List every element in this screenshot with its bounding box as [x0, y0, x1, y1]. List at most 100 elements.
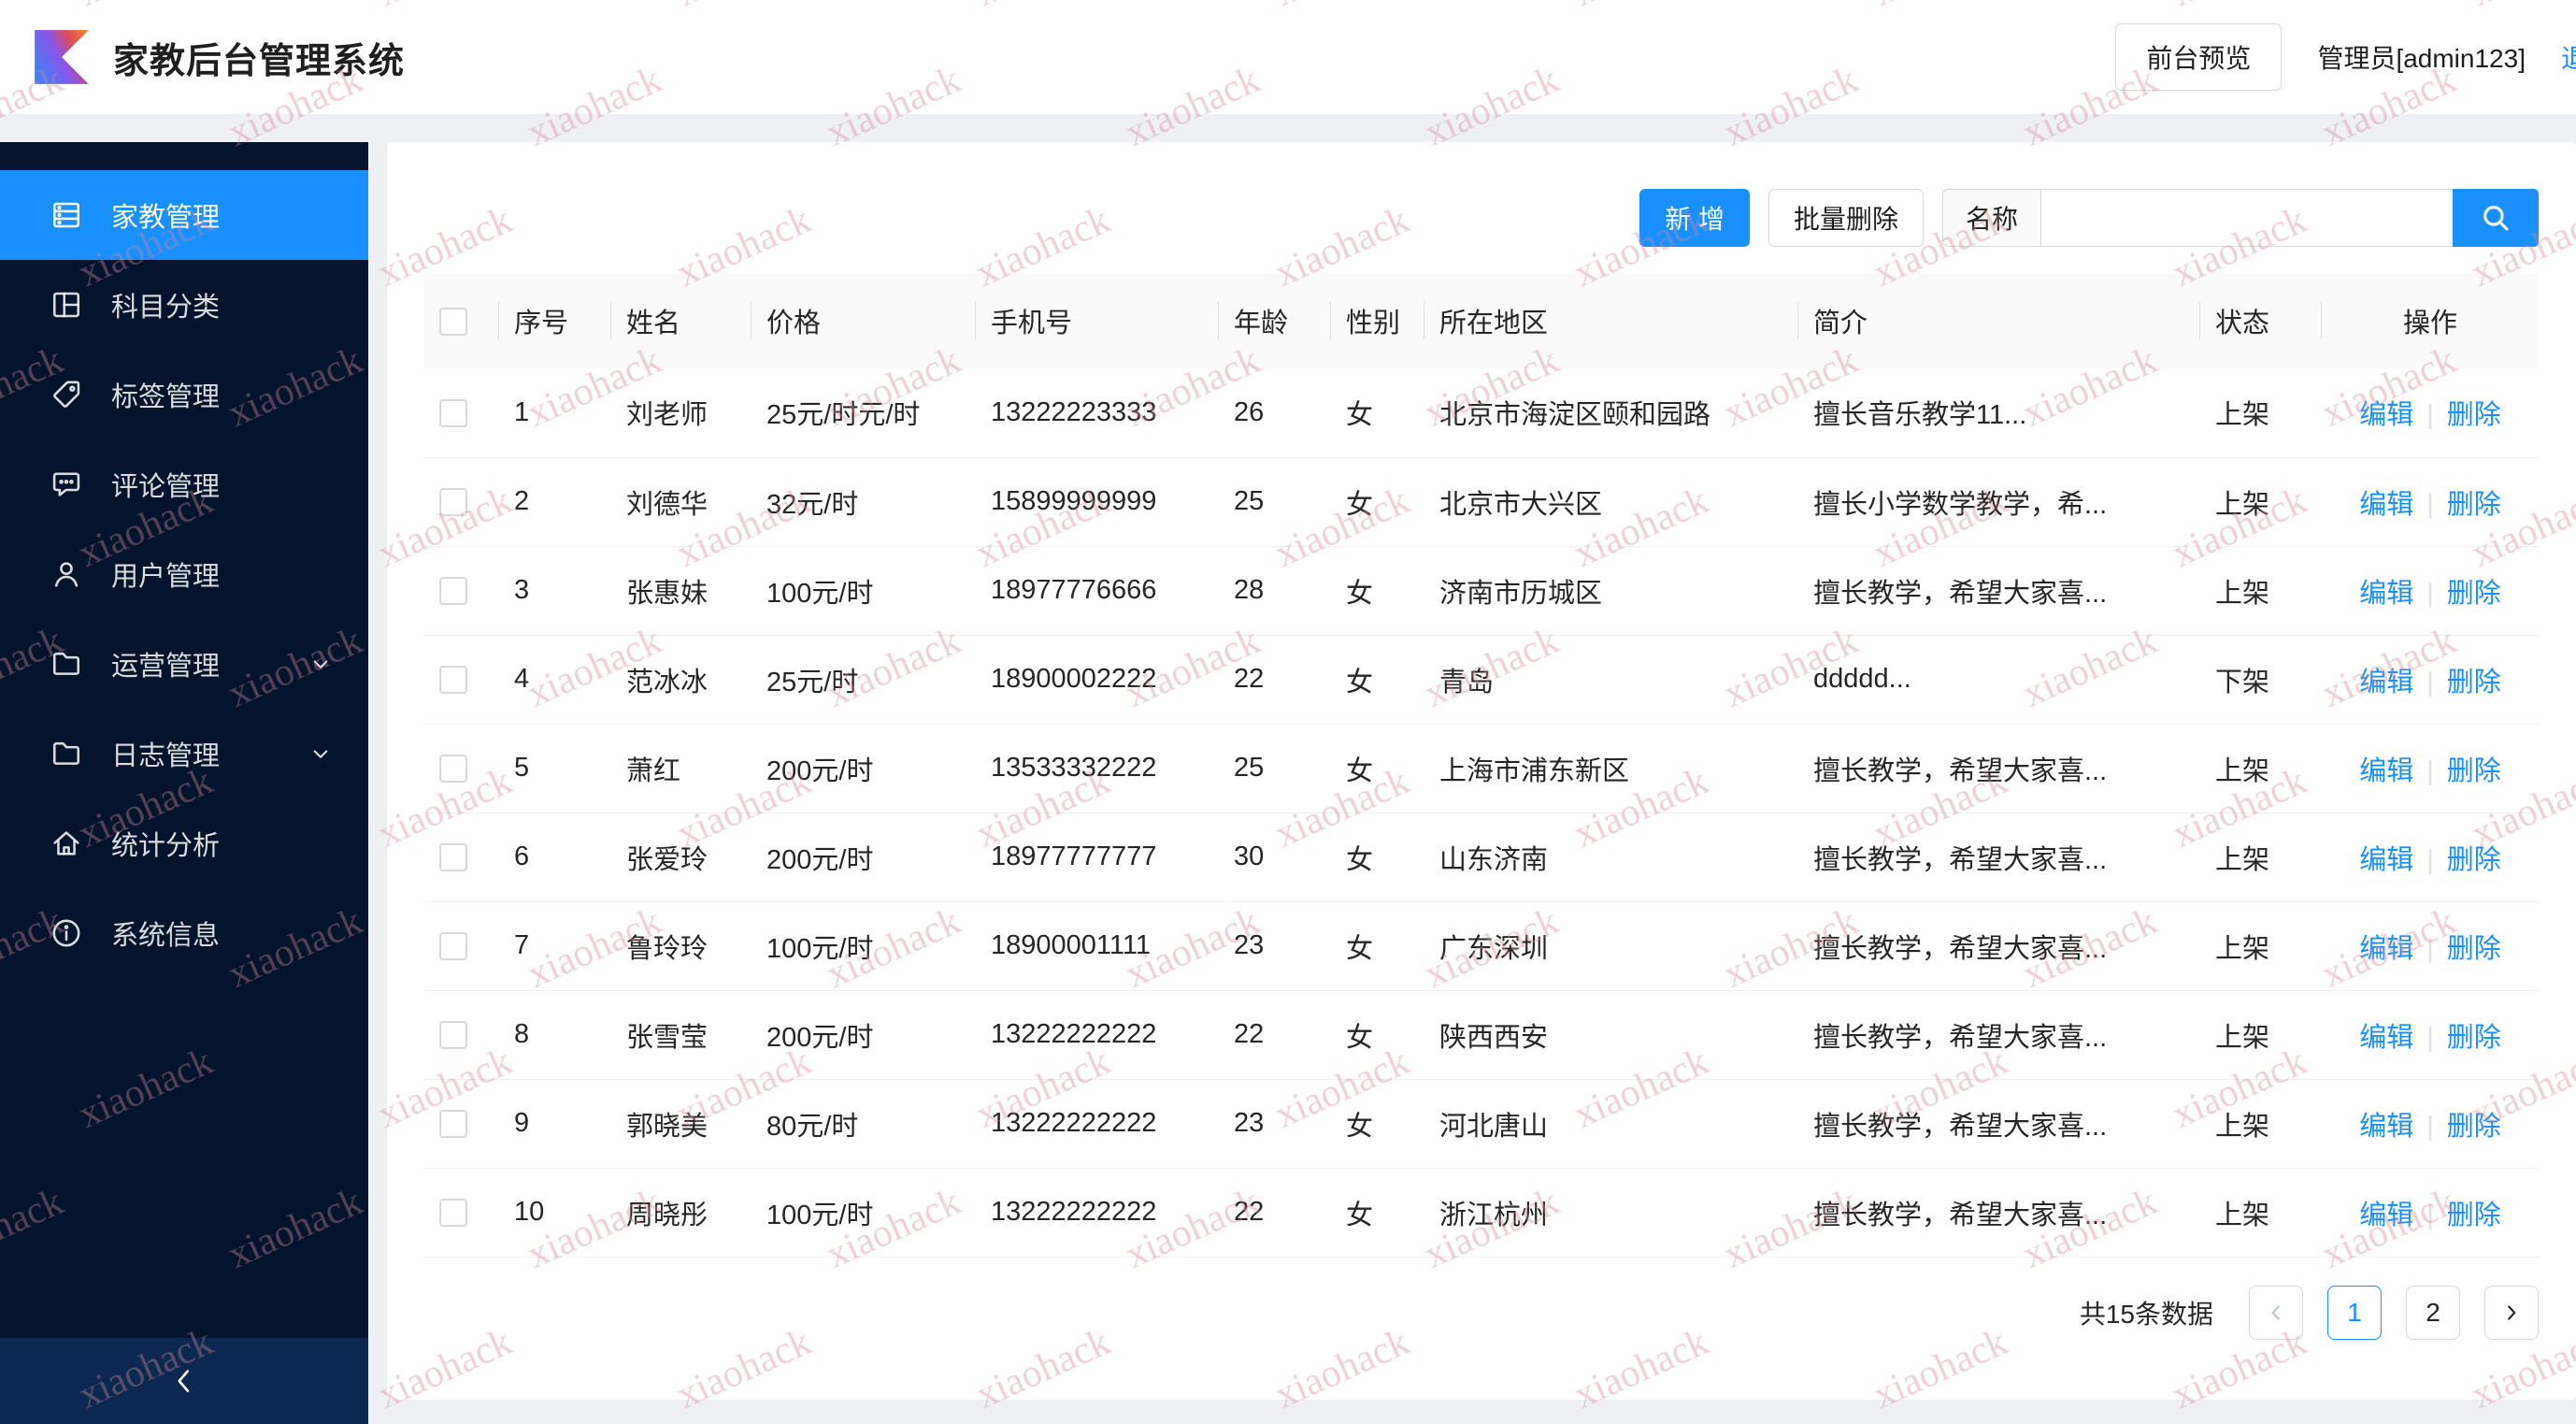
- row-checkbox[interactable]: [439, 1199, 467, 1228]
- delete-link[interactable]: 删除: [2447, 1201, 2501, 1230]
- cell-intro: 擅长教学，希望大家喜...: [1798, 1079, 2200, 1169]
- delete-link[interactable]: 删除: [2447, 400, 2501, 430]
- row-checkbox[interactable]: [439, 399, 467, 428]
- edit-link[interactable]: 编辑: [2359, 1023, 2413, 1053]
- cell-phone: 18900001111: [976, 901, 1219, 991]
- cell-intro: 擅长教学，希望大家喜...: [1798, 1168, 2200, 1258]
- edit-link[interactable]: 编辑: [2359, 845, 2413, 875]
- sidebar-item-2[interactable]: 科目分类: [0, 260, 368, 350]
- sidebar-item-8[interactable]: 统计分析: [0, 798, 368, 888]
- table-row: 4 范冰冰 25元/时 18900002222 22 女青岛 ddddd... 下架 编辑 | 删除: [424, 635, 2539, 725]
- column-header: 姓名: [611, 273, 751, 368]
- edit-link[interactable]: 编辑: [2359, 1201, 2413, 1230]
- sidebar-item-6[interactable]: 运营管理: [0, 619, 368, 709]
- table-row: 6 张爱玲 200元/时 18977777777 30 女山东济南 擅长教学，希望大家喜..…: [424, 813, 2539, 902]
- delete-link[interactable]: 删除: [2447, 1023, 2501, 1053]
- cell-status: 上架: [2200, 457, 2322, 547]
- logout-link[interactable]: 退出: [2561, 38, 2576, 76]
- cell-phone: 18900002222: [976, 635, 1219, 725]
- row-checkbox[interactable]: [439, 488, 467, 517]
- sidebar-item-7[interactable]: 日志管理: [0, 709, 368, 798]
- cell-status: 上架: [2200, 546, 2322, 636]
- delete-link[interactable]: 删除: [2447, 1112, 2501, 1142]
- column-header: 手机号: [976, 273, 1219, 368]
- sidebar-item-4[interactable]: 评论管理: [0, 439, 368, 529]
- column-header: 性别: [1331, 273, 1424, 368]
- row-checkbox[interactable]: [439, 666, 467, 695]
- sidebar-item-1[interactable]: 家教管理: [0, 170, 368, 260]
- cell-intro: 擅长教学，希望大家喜...: [1798, 724, 2200, 813]
- cell-gender: 女: [1331, 1079, 1424, 1169]
- pagination-page-1[interactable]: 1: [2327, 1286, 2382, 1340]
- cell-index: 3: [499, 546, 611, 636]
- row-checkbox[interactable]: [439, 1021, 467, 1050]
- edit-link[interactable]: 编辑: [2359, 400, 2413, 430]
- edit-link[interactable]: 编辑: [2359, 756, 2413, 786]
- batch-delete-button[interactable]: 批量删除: [1767, 189, 1924, 247]
- action-divider: |: [2426, 489, 2434, 520]
- cell-name: 刘老师: [611, 368, 751, 458]
- pagination-prev-button[interactable]: [2249, 1286, 2303, 1340]
- action-divider: |: [2426, 578, 2434, 609]
- edit-link[interactable]: 编辑: [2359, 1112, 2413, 1142]
- edit-link[interactable]: 编辑: [2359, 490, 2413, 520]
- row-checkbox[interactable]: [439, 932, 467, 961]
- cell-gender: 女: [1331, 990, 1424, 1080]
- cell-region: 河北唐山: [1424, 1079, 1798, 1169]
- pagination-next-button[interactable]: [2484, 1286, 2539, 1340]
- delete-link[interactable]: 删除: [2447, 579, 2501, 609]
- frontend-preview-button[interactable]: 前台预览: [2115, 23, 2283, 91]
- sidebar-item-label: 评论管理: [111, 472, 221, 502]
- column-header: 所在地区: [1424, 273, 1798, 368]
- row-checkbox[interactable]: [439, 755, 467, 784]
- cell-gender: 女: [1331, 635, 1424, 725]
- sidebar-item-5[interactable]: 用户管理: [0, 529, 368, 619]
- cell-age: 23: [1219, 1079, 1331, 1169]
- cell-intro: 擅长音乐教学11...: [1798, 368, 2200, 458]
- row-checkbox[interactable]: [439, 1110, 467, 1139]
- edit-link[interactable]: 编辑: [2359, 579, 2413, 609]
- add-button[interactable]: 新 增: [1639, 189, 1750, 247]
- delete-link[interactable]: 删除: [2447, 934, 2501, 964]
- chevron-left-icon: [178, 1370, 190, 1392]
- table-row: 8 张雪莹 200元/时 13222222222 22 女陕西西安 擅长教学，希望大家喜..…: [424, 990, 2539, 1080]
- edit-link[interactable]: 编辑: [2359, 934, 2413, 964]
- row-checkbox[interactable]: [439, 577, 467, 606]
- app-logo-icon: [35, 30, 89, 84]
- cell-index: 1: [499, 368, 611, 458]
- search-input[interactable]: [2041, 190, 2453, 246]
- cell-actions: 编辑 | 删除: [2322, 724, 2539, 813]
- delete-link[interactable]: 删除: [2447, 756, 2501, 786]
- sidebar-collapse-button[interactable]: [0, 1338, 368, 1424]
- column-header: 价格: [751, 273, 976, 368]
- cell-index: 9: [499, 1079, 611, 1169]
- cell-intro: 擅长教学，希望大家喜...: [1798, 546, 2200, 636]
- cell-age: 26: [1219, 368, 1331, 458]
- pagination: 共15条数据 12: [2080, 1286, 2539, 1340]
- sidebar-item-label: 日志管理: [111, 741, 221, 771]
- sidebar: 家教管理 科目分类 标签管理评论管理用户管理运营管理日志管理统计分析 系统信息: [0, 142, 368, 1424]
- sidebar-item-label: 运营管理: [111, 652, 221, 682]
- search-button[interactable]: [2453, 189, 2539, 247]
- cell-region: 青岛: [1424, 635, 1798, 725]
- cell-status: 上架: [2200, 368, 2322, 458]
- pagination-page-2[interactable]: 2: [2406, 1286, 2460, 1340]
- column-header: 操作: [2322, 273, 2539, 368]
- top-header: 家教后台管理系统 前台预览 管理员[admin123] 退出: [0, 0, 2576, 114]
- cell-age: 30: [1219, 813, 1331, 902]
- select-all-checkbox[interactable]: [439, 307, 467, 336]
- row-checkbox[interactable]: [439, 843, 467, 872]
- edit-link[interactable]: 编辑: [2359, 668, 2413, 698]
- sidebar-item-3[interactable]: 标签管理: [0, 350, 368, 439]
- cell-index: 2: [499, 457, 611, 547]
- delete-link[interactable]: 删除: [2447, 668, 2501, 698]
- cell-intro: 擅长教学，希望大家喜...: [1798, 813, 2200, 902]
- delete-link[interactable]: 删除: [2447, 490, 2501, 520]
- cell-name: 鲁玲玲: [611, 901, 751, 991]
- delete-link[interactable]: 删除: [2447, 845, 2501, 875]
- cell-intro: 擅长教学，希望大家喜...: [1798, 990, 2200, 1080]
- cell-index: 5: [499, 724, 611, 813]
- sidebar-item-9[interactable]: 系统信息: [0, 888, 368, 978]
- chevron-down-icon: [313, 660, 328, 669]
- cell-actions: 编辑 | 删除: [2322, 901, 2539, 991]
